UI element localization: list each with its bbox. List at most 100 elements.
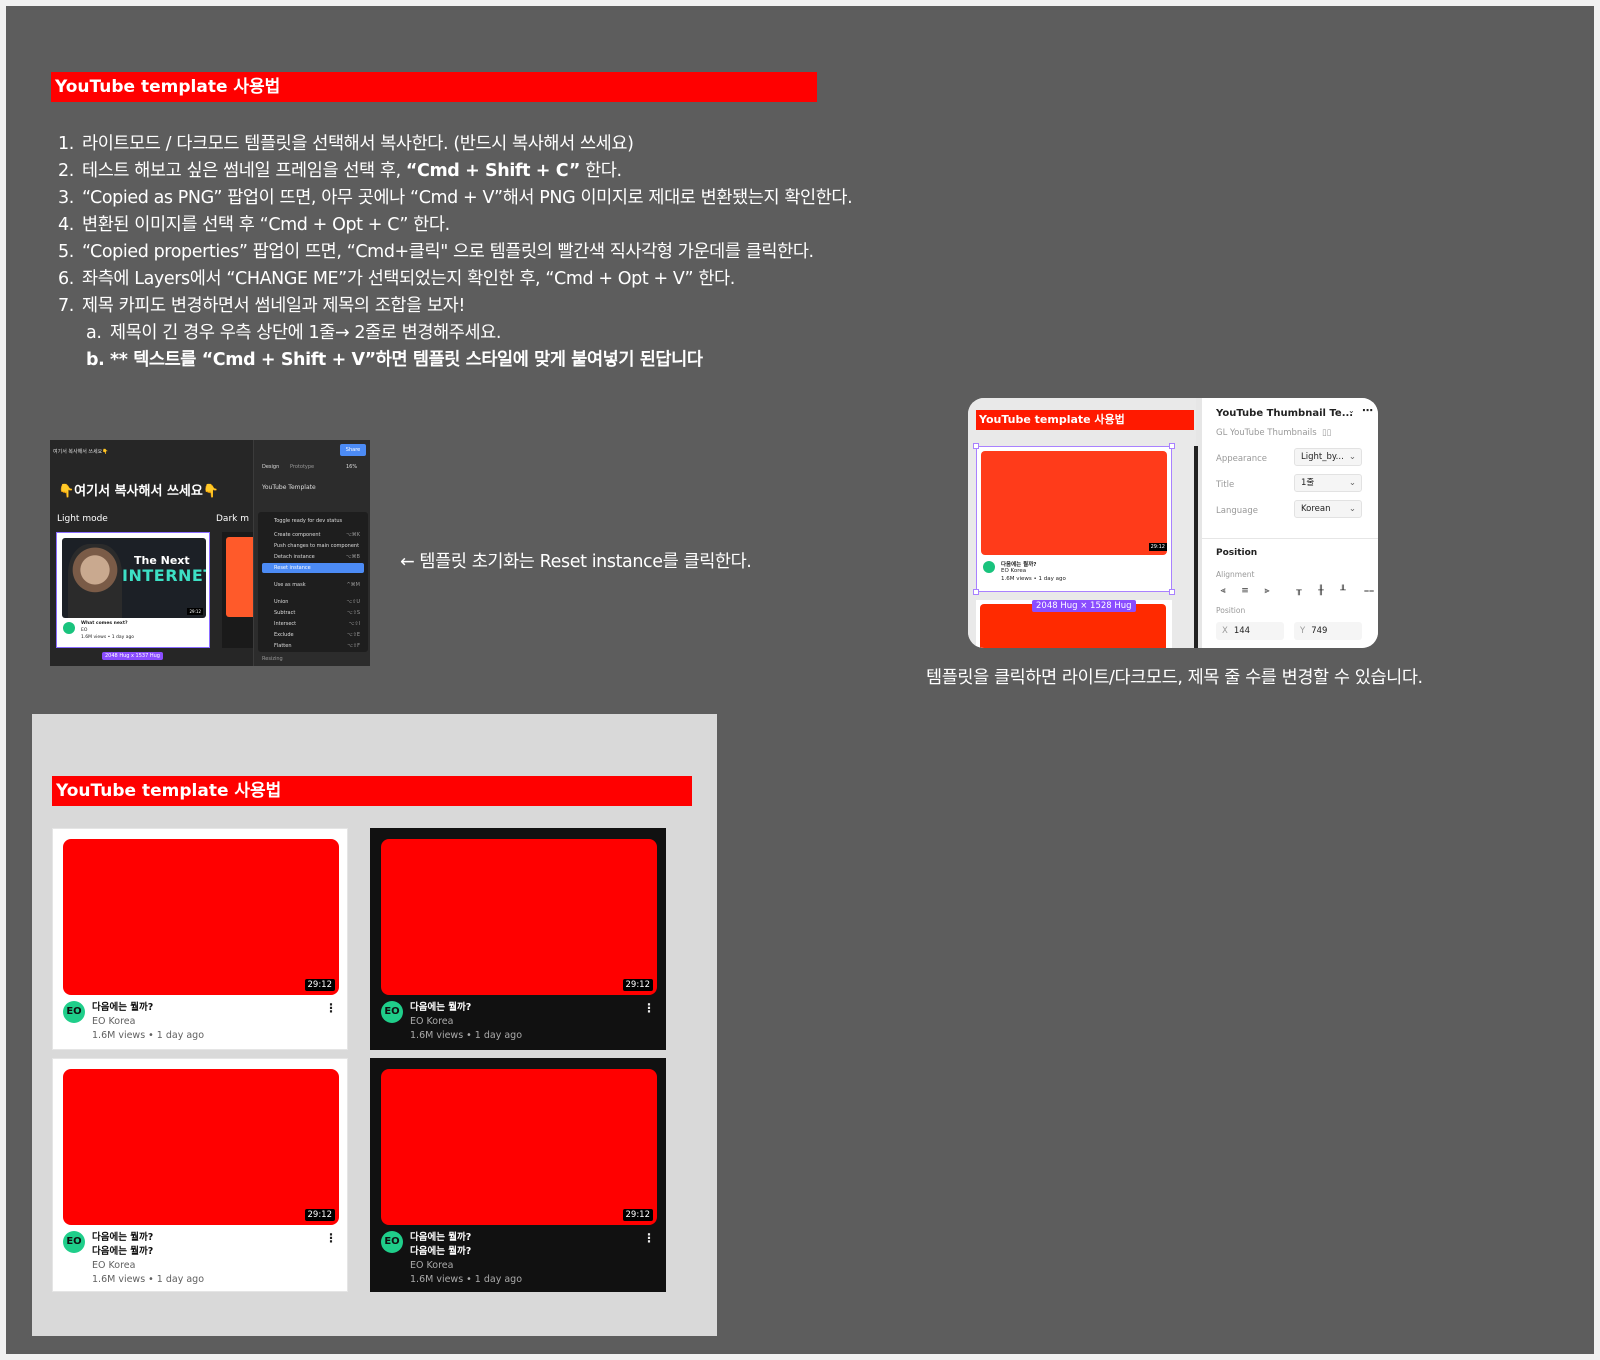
- menu-item-toggle-dev[interactable]: Toggle ready for dev status: [262, 516, 364, 526]
- video-title-line-1[interactable]: 다음에는 뭘까?: [92, 1231, 204, 1245]
- resize-handle[interactable]: [1169, 589, 1175, 595]
- distribute-icon[interactable]: ⩵: [1362, 586, 1376, 598]
- menu-label: Subtract: [274, 610, 296, 616]
- more-vert-icon[interactable]: ⋮: [325, 1001, 337, 1015]
- card-meta: 1.6M views • 1 day ago: [81, 635, 135, 640]
- align-bottom-icon[interactable]: ╨: [1336, 586, 1350, 598]
- menu-shortcut: ⌥⌘K: [345, 532, 360, 538]
- menu-shortcut: ^⌘M: [346, 582, 360, 588]
- video-title-line-2[interactable]: 다음에는 뭘까?: [92, 1245, 204, 1259]
- menu-item-use-as-mask[interactable]: Use as mask ^⌘M: [262, 580, 364, 590]
- template-card-light-2line[interactable]: 29:12 EO 다음에는 뭘까? 다음에는 뭘까? EO Korea 1.6M…: [52, 1058, 348, 1292]
- card-title: What comes next?: [81, 621, 128, 626]
- presenter-photo: [68, 544, 122, 618]
- book-icon: ▯▯: [1322, 428, 1332, 438]
- more-vert-icon[interactable]: ⋮: [325, 1231, 337, 1245]
- menu-item-intersect[interactable]: Intersect ⌥⇧I: [262, 619, 364, 629]
- zoom-level[interactable]: 16%: [346, 464, 357, 470]
- video-meta: 1.6M views • 1 day ago: [92, 1274, 205, 1285]
- context-menu-screenshot: 여기서 복사해서 쓰세요👇 👇여기서 복사해서 쓰세요👇 Light mode …: [50, 440, 370, 666]
- more-vert-icon[interactable]: ⋮: [643, 1231, 655, 1245]
- resizing-label: Resizing: [262, 656, 283, 662]
- y-position-input[interactable]: Y 749: [1294, 622, 1362, 640]
- menu-item-create-component[interactable]: Create component ⌥⌘K: [262, 530, 364, 540]
- x-axis-label: X: [1222, 626, 1228, 636]
- design-panel: Share Design Prototype 16% YouTube Templ…: [253, 440, 370, 666]
- thumbnail-placeholder[interactable]: 29:12: [63, 1069, 339, 1225]
- thumbnail-placeholder[interactable]: 29:12: [381, 1069, 657, 1225]
- video-title[interactable]: 다음에는 뭘까?: [410, 1001, 522, 1015]
- card-channel: EO Korea: [1001, 568, 1027, 574]
- menu-item-subtract[interactable]: Subtract ⌥⇧S: [262, 608, 364, 618]
- resize-handle[interactable]: [1169, 443, 1175, 449]
- video-title-line-1[interactable]: 다음에는 뭘까?: [410, 1231, 522, 1245]
- substep-text: ** 텍스트를 “Cmd + Shift + V”하면 템플릿 스타일에 맞게 …: [110, 350, 703, 370]
- video-info: 다음에는 뭘까? 다음에는 뭘까? EO Korea 1.6M views • …: [410, 1231, 522, 1287]
- menu-item-flatten[interactable]: Flatten ⌥⇧F: [262, 641, 364, 651]
- menu-label: Push changes to main component: [274, 543, 360, 549]
- align-left-icon[interactable]: ⫷: [1216, 586, 1230, 598]
- menu-label: Union: [274, 599, 289, 605]
- context-menu: Toggle ready for dev status Create compo…: [258, 512, 368, 652]
- title-lines-select[interactable]: 1줄 ⌄: [1294, 474, 1362, 492]
- step-number: 1.: [58, 134, 74, 154]
- menu-item-detach-instance[interactable]: Detach instance ⌥⌘B: [262, 552, 364, 562]
- reset-instance-note: ← 템플릿 초기화는 Reset instance를 클릭한다.: [400, 552, 752, 572]
- video-title-line-2[interactable]: 다음에는 뭘까?: [410, 1245, 522, 1259]
- selected-template-card[interactable]: 29:12 다음에는 뭘까? EO Korea 1.6M views • 1 d…: [976, 446, 1172, 592]
- properties-caption: 템플릿을 클릭하면 라이트/다크모드, 제목 줄 수를 변경할 수 있습니다.: [926, 668, 1423, 688]
- video-title[interactable]: 다음에는 뭘까?: [92, 1001, 204, 1015]
- channel-avatar: [983, 561, 995, 573]
- menu-item-reset-instance[interactable]: Reset instance: [262, 563, 364, 573]
- step-text: 라이트모드 / 다크모드 템플릿을 선택해서 복사한다. (반드시 복사해서 쓰…: [82, 134, 634, 154]
- align-center-icon[interactable]: ≡: [1238, 586, 1252, 598]
- dark-mode-label: Dark m: [216, 514, 249, 524]
- menu-item-union[interactable]: Union ⌥⇧U: [262, 597, 364, 607]
- chevron-down-icon[interactable]: ⌄: [1348, 406, 1355, 415]
- thumbnail-placeholder[interactable]: 29:12: [63, 839, 339, 995]
- library-name[interactable]: GL YouTube Thumbnails: [1216, 428, 1317, 438]
- channel-avatar: [63, 622, 75, 634]
- resize-handle[interactable]: [973, 589, 979, 595]
- appearance-label: Appearance: [1216, 454, 1268, 464]
- align-right-icon[interactable]: ⫸: [1260, 586, 1274, 598]
- menu-shortcut: ⌥⌘B: [345, 554, 360, 560]
- align-middle-icon[interactable]: ╫: [1314, 586, 1328, 598]
- menu-shortcut: ⌥⇧I: [348, 621, 360, 627]
- step-1: 1. 라이트모드 / 다크모드 템플릿을 선택해서 복사한다. (반드시 복사해서…: [58, 130, 634, 155]
- template-card-dark-2line[interactable]: 29:12 EO 다음에는 뭘까? 다음에는 뭘까? EO Korea 1.6M…: [370, 1058, 666, 1292]
- y-value: 749: [1311, 626, 1328, 636]
- align-top-icon[interactable]: ╥: [1292, 586, 1306, 598]
- screenshot-canvas: 여기서 복사해서 쓰세요👇 👇여기서 복사해서 쓰세요👇 Light mode …: [50, 440, 262, 666]
- menu-label: Exclude: [274, 632, 294, 638]
- step-5: 5. “Copied properties” 팝업이 뜨면, “Cmd+클릭" 으…: [58, 238, 814, 263]
- more-options-icon[interactable]: ⋯: [1362, 404, 1373, 417]
- video-meta: 1.6M views • 1 day ago: [410, 1274, 523, 1285]
- language-select[interactable]: Korean ⌄: [1294, 500, 1362, 518]
- step-2: 2. 테스트 해보고 싶은 썸네일 프레임을 선택 후, “Cmd + Shift…: [58, 157, 622, 182]
- step-text: 테스트 해보고 싶은 썸네일 프레임을 선택 후,: [82, 161, 406, 181]
- step-text-end: 한다.: [579, 161, 622, 181]
- tab-design[interactable]: Design: [262, 464, 279, 470]
- menu-item-exclude[interactable]: Exclude ⌥⇧E: [262, 630, 364, 640]
- tab-prototype[interactable]: Prototype: [290, 464, 314, 470]
- template-frame[interactable]: YouTube template 사용법 29:12 EO 다음에는 뭘까? E…: [32, 714, 717, 1336]
- light-card-preview[interactable]: The Next INTERNET 29:12 What comes next?…: [56, 532, 210, 648]
- x-value: 144: [1233, 626, 1251, 636]
- x-position-input[interactable]: X 144: [1216, 622, 1284, 640]
- thumbnail-placeholder[interactable]: 29:12: [381, 839, 657, 995]
- template-card-dark[interactable]: 29:12 EO 다음에는 뭘까? EO Korea 1.6M views • …: [370, 828, 666, 1050]
- more-vert-icon[interactable]: ⋮: [643, 1001, 655, 1015]
- resize-handle[interactable]: [973, 443, 979, 449]
- component-title[interactable]: YouTube Thumbnail Te...: [1216, 408, 1353, 419]
- language-label: Language: [1216, 506, 1258, 516]
- appearance-select[interactable]: Light_by... ⌄: [1294, 448, 1362, 466]
- menu-item-push-changes[interactable]: Push changes to main component: [262, 541, 364, 551]
- channel-avatar: EO: [381, 1231, 403, 1253]
- menu-label: Toggle ready for dev status: [274, 518, 343, 524]
- duration-badge: 29:12: [622, 1209, 653, 1221]
- hug-size-label: 2048 Hug x 1537 Hug: [102, 652, 163, 660]
- template-card-light[interactable]: 29:12 EO 다음에는 뭘까? EO Korea 1.6M views • …: [52, 828, 348, 1050]
- instructions-header-title: YouTube template 사용법: [55, 77, 281, 97]
- share-button[interactable]: Share: [340, 444, 366, 456]
